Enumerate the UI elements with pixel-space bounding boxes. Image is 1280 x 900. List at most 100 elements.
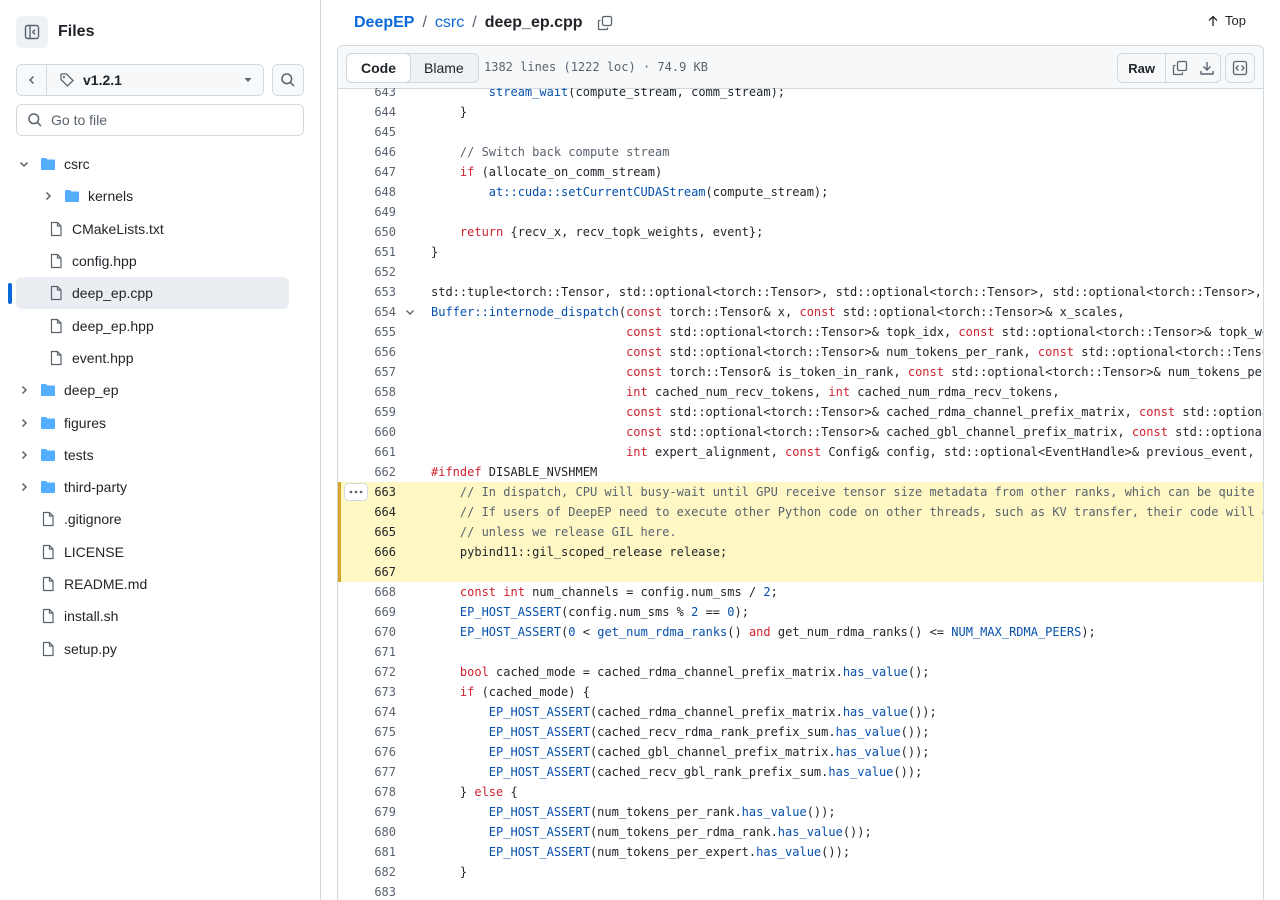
tree-folder[interactable]: figures <box>0 406 320 438</box>
line-number[interactable]: 676 <box>346 742 396 762</box>
line-number[interactable]: 677 <box>346 762 396 782</box>
line-number[interactable]: 668 <box>346 582 396 602</box>
line-number[interactable]: 650 <box>346 222 396 242</box>
line-number[interactable]: 643 <box>346 88 396 102</box>
line-number[interactable]: 670 <box>346 622 396 642</box>
line-number[interactable]: 644 <box>346 102 396 122</box>
tree-file[interactable]: config.hpp <box>0 245 320 277</box>
line-number[interactable]: 649 <box>346 202 396 222</box>
code-text: // unless we release GIL here. <box>459 525 677 539</box>
line-number[interactable]: 658 <box>346 382 396 402</box>
tree-file[interactable]: CMakeLists.txt <box>0 213 320 245</box>
line-number[interactable]: 683 <box>346 882 396 900</box>
tree-folder[interactable]: tests <box>0 439 320 471</box>
copy-icon <box>1172 60 1187 76</box>
raw-button[interactable]: Raw <box>1118 54 1166 82</box>
line-number[interactable]: 657 <box>346 362 396 382</box>
file-tree-sidebar: Files v1.2.1 csrc kernels CMakeLists.txt co… <box>0 0 321 900</box>
code-text: } <box>431 865 468 879</box>
code-text: // If users of DeepEP need to execute ot… <box>459 505 1263 519</box>
search-files-button[interactable] <box>272 64 304 96</box>
copy-raw-button[interactable] <box>1166 54 1193 82</box>
collapse-sidebar-button[interactable] <box>16 16 48 48</box>
chevron-right-icon[interactable] <box>16 479 32 495</box>
go-to-file-field[interactable] <box>16 104 304 136</box>
line-number[interactable]: 647 <box>346 162 396 182</box>
line-number[interactable]: 662 <box>346 462 396 482</box>
line-number[interactable]: 652 <box>346 262 396 282</box>
line-number[interactable]: 653 <box>346 282 396 302</box>
line-number[interactable]: 669 <box>346 602 396 622</box>
code-line: 666 pybind11::gil_scoped_release release… <box>338 542 1263 562</box>
breadcrumb-folder-link[interactable]: csrc <box>435 14 464 32</box>
line-number[interactable]: 655 <box>346 322 396 342</box>
tree-folder[interactable]: csrc <box>0 148 320 180</box>
code-text: int cached_num_recv_tokens, int cached_n… <box>626 385 1060 399</box>
file-icon <box>40 608 56 624</box>
tree-file[interactable]: LICENSE <box>0 536 320 568</box>
download-button[interactable] <box>1193 54 1220 82</box>
line-number[interactable]: 661 <box>346 442 396 462</box>
blame-tab[interactable]: Blame <box>410 54 478 82</box>
line-number[interactable]: 645 <box>346 122 396 142</box>
tree-item-label: third-party <box>64 479 128 496</box>
tree-folder[interactable]: deep_ep <box>0 374 320 406</box>
fold-chevron-icon[interactable] <box>402 304 418 320</box>
line-number[interactable]: 682 <box>346 862 396 882</box>
code-tab[interactable]: Code <box>346 53 411 83</box>
line-number[interactable]: 664 <box>346 502 396 522</box>
line-number[interactable]: 665 <box>346 522 396 542</box>
tree-file[interactable]: event.hpp <box>0 342 320 374</box>
breadcrumb-current-file: deep_ep.cpp <box>484 14 583 31</box>
line-number[interactable]: 648 <box>346 182 396 202</box>
code-text: #ifndef DISABLE_NVSHMEM <box>431 465 598 479</box>
line-number[interactable]: 681 <box>346 842 396 862</box>
go-to-file-input[interactable] <box>51 112 291 128</box>
line-number[interactable]: 646 <box>346 142 396 162</box>
branch-caret[interactable] <box>233 65 263 95</box>
line-number[interactable]: 671 <box>346 642 396 662</box>
line-number[interactable]: 672 <box>346 662 396 682</box>
code-text: const torch::Tensor& is_token_in_rank, c… <box>626 365 1263 379</box>
line-number[interactable]: 678 <box>346 782 396 802</box>
tree-file[interactable]: deep_ep.hpp <box>0 309 320 341</box>
file-icon <box>48 221 64 237</box>
tree-file[interactable]: setup.py <box>0 632 320 664</box>
top-link[interactable]: Top <box>1207 13 1246 28</box>
line-number[interactable]: 663 <box>346 482 396 502</box>
line-number[interactable]: 680 <box>346 822 396 842</box>
tree-item-label: .gitignore <box>64 511 122 528</box>
tree-file[interactable]: install.sh <box>0 600 320 632</box>
line-number[interactable]: 660 <box>346 422 396 442</box>
line-number[interactable]: 654 <box>346 302 396 322</box>
tree-item-label: setup.py <box>64 640 117 657</box>
tree-folder[interactable]: kernels <box>0 180 320 212</box>
chevron-right-icon[interactable] <box>16 382 32 398</box>
code-line: 654 Buffer::internode_dispatch(const torc… <box>338 302 1263 322</box>
chevron-right-icon[interactable] <box>16 447 32 463</box>
code-text: std::tuple<torch::Tensor, std::optional<… <box>431 285 1262 299</box>
tree-folder[interactable]: third-party <box>0 471 320 503</box>
chevron-right-icon[interactable] <box>40 188 56 204</box>
line-number[interactable]: 666 <box>346 542 396 562</box>
line-number[interactable]: 667 <box>346 562 396 582</box>
tree-item-label: README.md <box>64 576 148 592</box>
copy-path-button[interactable] <box>597 15 613 31</box>
line-number[interactable]: 679 <box>346 802 396 822</box>
line-number[interactable]: 675 <box>346 722 396 742</box>
tree-file[interactable]: deep_ep.cpp <box>0 277 320 310</box>
chevron-right-icon[interactable] <box>16 415 32 431</box>
symbols-panel-button[interactable] <box>1225 53 1255 83</box>
breadcrumb-repo-link[interactable]: DeepEP <box>354 14 414 32</box>
tree-file[interactable]: README.md <box>0 568 320 600</box>
line-number[interactable]: 656 <box>346 342 396 362</box>
chevron-down-icon[interactable] <box>16 156 32 172</box>
line-number[interactable]: 673 <box>346 682 396 702</box>
branch-back-button[interactable] <box>17 65 47 95</box>
line-number[interactable]: 651 <box>346 242 396 262</box>
line-number[interactable]: 674 <box>346 702 396 722</box>
tree-file[interactable]: .gitignore <box>0 503 320 535</box>
line-number[interactable]: 659 <box>346 402 396 422</box>
branch-dropdown[interactable]: v1.2.1 <box>47 65 233 95</box>
file-icon <box>40 544 56 560</box>
